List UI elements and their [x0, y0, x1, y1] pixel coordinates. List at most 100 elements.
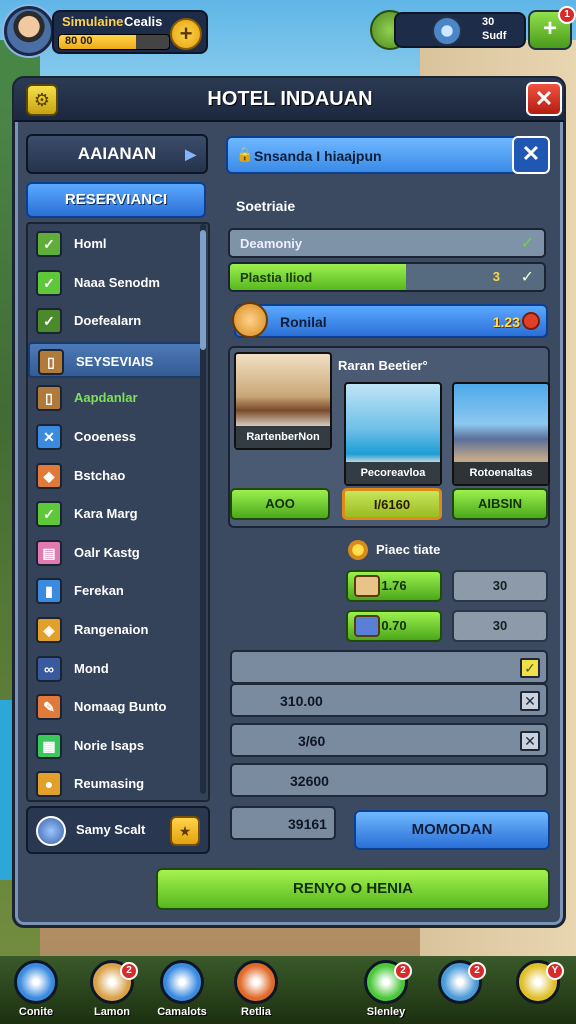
sidebar-item[interactable]: ✎ Nomaag Bunto — [28, 689, 204, 725]
sidebar-item-label: Cooeness — [74, 429, 137, 444]
nav-settings-gear[interactable]: Y — [508, 960, 568, 1022]
sidebar-item-label: Reumasing — [74, 776, 145, 792]
tab-reservation[interactable]: RESERVIANCI — [26, 182, 206, 218]
sidebar-item-label: Norie Isaps — [74, 737, 145, 753]
checkbox[interactable]: ✕ — [520, 691, 540, 711]
nav-phone[interactable]: Slenley 2 — [356, 960, 416, 1022]
section-label: Soetriaie — [236, 198, 296, 214]
input-field-3[interactable]: 3/60 ✕ — [230, 723, 548, 757]
nav-avatar[interactable]: Conite — [6, 960, 66, 1022]
add-currency-button[interactable]: + — [170, 18, 202, 50]
coin-row-value: 1.23 — [492, 314, 520, 330]
room-card-pool[interactable]: Pecoreavloa — [344, 382, 442, 486]
sidebar-item[interactable]: ✓ Doefealarn — [28, 303, 204, 339]
sidebar-item-label: SEYSEVIAIS — [76, 353, 154, 369]
sidebar-item[interactable]: ✓ Homl — [28, 226, 204, 262]
search-text: Snsanda I hiaajpun — [254, 148, 382, 164]
sidebar-item[interactable]: ▦ Norie Isaps — [28, 728, 204, 764]
coin-row-label: Ronilal — [280, 314, 327, 330]
check-icon: ✓ — [36, 269, 62, 296]
gallery-title: Raran Beetier° — [338, 358, 428, 373]
sidebar-item-label: Mond — [74, 660, 109, 676]
sidebar-item[interactable]: ◆ Bstchao — [28, 458, 204, 494]
sun-icon — [348, 540, 368, 560]
facilities-label: Piaec tiate — [376, 542, 441, 557]
clear-search-button[interactable]: ✕ — [512, 136, 550, 174]
field-value: 310.00 — [280, 693, 323, 709]
nav-label: Camalots — [157, 1006, 207, 1018]
user-badge-icon — [36, 816, 66, 846]
star-button[interactable]: ★ — [170, 816, 200, 846]
facility-button-2[interactable]: 0.70 — [346, 610, 442, 642]
field-value: 32600 — [290, 773, 329, 789]
status-row-2[interactable]: Plastia Iliod 3 ✓ — [228, 262, 546, 292]
sidebar-item[interactable]: ✕ Cooeness — [28, 419, 204, 455]
user-label: Samy Scalt — [76, 822, 146, 837]
nav-box[interactable]: Lamon 2 — [82, 960, 142, 1022]
shop-cross-button[interactable]: + 1 — [528, 6, 576, 50]
input-field-4[interactable]: 32600 — [230, 763, 548, 797]
room-button-3[interactable]: AIBSIN — [452, 488, 548, 520]
room-card-bedroom[interactable]: RartenberNon — [234, 352, 332, 450]
sidebar-item[interactable]: ▮ Ferekan — [28, 573, 204, 609]
sidebar-item[interactable]: ▤ Oalr Kastg — [28, 535, 204, 571]
input-field-5[interactable]: 39161 — [230, 806, 336, 840]
sidebar-item-label: Rangenaion — [74, 622, 149, 637]
box-icon — [354, 575, 380, 597]
coin-row[interactable]: Ronilal 1.23 — [232, 302, 548, 338]
close-button[interactable]: ✕ — [526, 82, 562, 116]
bucket-icon: ▮ — [36, 578, 62, 605]
key-icon[interactable]: ⚙ — [26, 84, 58, 116]
check-icon: ✓ — [36, 501, 62, 528]
sidebar-item[interactable]: ∞ Mond — [28, 651, 204, 687]
checkbox-checked[interactable]: ✓ — [520, 658, 540, 678]
room-caption: RartenberNon — [236, 426, 330, 448]
facility-field-1[interactable]: 30 — [452, 570, 548, 602]
gear-icon: ✕ — [36, 424, 62, 450]
input-field-2[interactable]: 310.00 ✕ — [230, 683, 548, 717]
status-row-label: Plastia Iliod — [240, 270, 313, 285]
checkbox[interactable]: ✕ — [520, 731, 540, 751]
coin-icon — [232, 302, 268, 338]
player-info-panel: Simulaine Cealis 80 00 + — [52, 10, 208, 54]
facility-button-1[interactable]: 1.76 — [346, 570, 442, 602]
resource-label: Sudf — [482, 30, 507, 42]
room-caption: Pecoreavloa — [346, 462, 440, 484]
modify-button[interactable]: MOMODAN — [354, 810, 550, 850]
room-card-building[interactable]: Rotoenaltas — [452, 382, 550, 486]
nav-label: Conite — [18, 1006, 54, 1018]
search-field[interactable]: 🔒 Snsanda I hiaajpun ✕ — [226, 136, 550, 174]
room-button-2[interactable]: I/6160 — [342, 488, 442, 520]
input-field-1[interactable]: ✓ — [230, 650, 548, 684]
check-icon: ✓ — [36, 231, 62, 257]
sidebar-item-label: Aapdanlar — [74, 390, 138, 406]
status-row-1[interactable]: Deamoniy ✓ — [228, 228, 546, 258]
sidebar-item[interactable]: ● Reumasing — [28, 766, 204, 802]
warning-icon: ◈ — [36, 617, 62, 643]
nav-map[interactable]: 2 — [430, 960, 490, 1022]
category-dropdown[interactable]: AAIANAN ▶ — [26, 134, 208, 174]
user-box: Samy Scalt ★ — [26, 806, 210, 854]
facility-field-2[interactable]: 30 — [452, 610, 548, 642]
resource-panel: 30 Sudf — [394, 12, 526, 48]
nav-globe[interactable]: Camalots — [152, 960, 212, 1022]
sidebar-item-label: Naaa Senodm — [74, 274, 160, 290]
nav-label: Retlia — [241, 1006, 271, 1018]
cog-resource-icon[interactable] — [432, 16, 462, 46]
sidebar-item[interactable]: ✓ Naaa Senodm — [28, 265, 204, 301]
check-icon: ✓ — [520, 235, 534, 252]
sidebar-item[interactable]: ▯ Aapdanlar — [28, 380, 204, 416]
sidebar-item[interactable]: ◈ Rangenaion — [28, 612, 204, 648]
lock-icon: 🔒 — [236, 146, 254, 162]
player-avatar[interactable] — [4, 6, 54, 56]
door-icon: ▯ — [36, 385, 62, 412]
check-icon: ✓ — [520, 269, 534, 286]
sidebar-scroll-thumb[interactable] — [200, 230, 206, 350]
sidebar-item[interactable]: ✓ Kara Marg — [28, 496, 204, 532]
nav-cross[interactable]: Retlia — [226, 960, 286, 1022]
sidebar-item[interactable]: ▯ SEYSEVIAIS — [28, 341, 204, 378]
xp-bar: 80 00 — [58, 34, 170, 50]
room-button-1[interactable]: AOO — [230, 488, 330, 520]
field-value: 3/60 — [298, 733, 326, 749]
renew-button[interactable]: RENYO O HENIA — [156, 868, 550, 910]
